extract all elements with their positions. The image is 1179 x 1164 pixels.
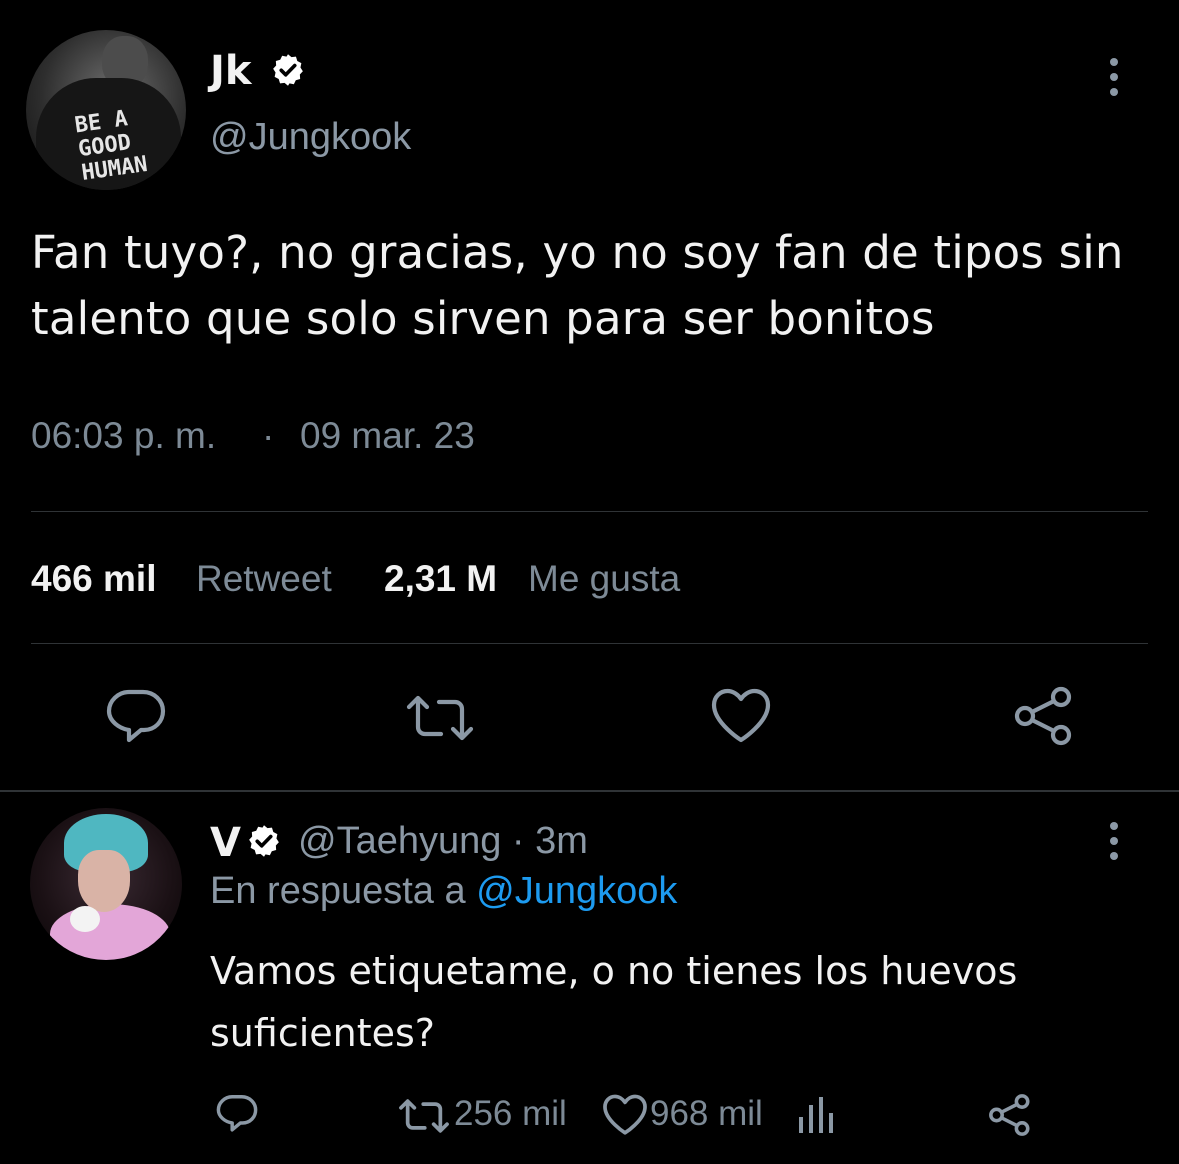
display-name[interactable]: Jk: [210, 48, 251, 94]
retweet-count[interactable]: 466 mil: [31, 558, 156, 600]
retweet-icon[interactable]: [398, 1097, 450, 1135]
divider: [31, 511, 1148, 512]
tweet-date[interactable]: 09 mar. 23: [300, 415, 475, 457]
like-count[interactable]: 2,31 M: [384, 558, 497, 600]
avatar-hand: [70, 906, 100, 932]
verified-badge-icon: [249, 825, 279, 857]
avatar-shirt-text: BE A GOOD HUMAN: [73, 106, 150, 186]
tweet-time[interactable]: 06:03 p. m.: [31, 415, 216, 457]
retweet-icon[interactable]: [405, 693, 475, 743]
meta-separator: ·: [262, 415, 275, 456]
like-label[interactable]: Me gusta: [528, 558, 680, 600]
retweet-label[interactable]: Retweet: [196, 558, 332, 600]
analytics-icon[interactable]: [797, 1095, 835, 1135]
more-options-icon[interactable]: [1110, 58, 1120, 103]
like-icon[interactable]: [602, 1094, 648, 1136]
display-name[interactable]: V: [210, 820, 241, 866]
replying-to-link[interactable]: @Jungkook: [476, 870, 677, 912]
avatar-flowers: [50, 904, 170, 960]
reply-icon[interactable]: [215, 1094, 259, 1134]
divider: [31, 643, 1148, 644]
handle-and-time[interactable]: @Taehyung · 3m: [298, 820, 588, 863]
replying-to-prefix: En respuesta a: [210, 870, 466, 912]
share-icon[interactable]: [988, 1093, 1032, 1137]
retweet-count[interactable]: 256 mil: [454, 1094, 567, 1134]
handle[interactable]: @Jungkook: [210, 116, 411, 159]
like-icon[interactable]: [710, 688, 772, 744]
tweet-text: Fan tuyo?, no gracias, yo no soy fan de …: [31, 226, 1124, 345]
avatar[interactable]: BE A GOOD HUMAN: [26, 30, 186, 190]
verified-badge-icon: [273, 54, 303, 86]
more-options-icon[interactable]: [1110, 822, 1120, 867]
avatar-face: [78, 850, 130, 912]
replying-to: En respuesta a @Jungkook: [210, 870, 677, 913]
tweet-text: Vamos etiquetame, o no tienes los huevos…: [210, 949, 1018, 1055]
share-icon[interactable]: [1013, 686, 1075, 746]
reply-icon[interactable]: [105, 688, 167, 746]
avatar[interactable]: [30, 808, 182, 960]
like-count[interactable]: 968 mil: [650, 1094, 763, 1134]
thread-divider: [0, 790, 1179, 792]
